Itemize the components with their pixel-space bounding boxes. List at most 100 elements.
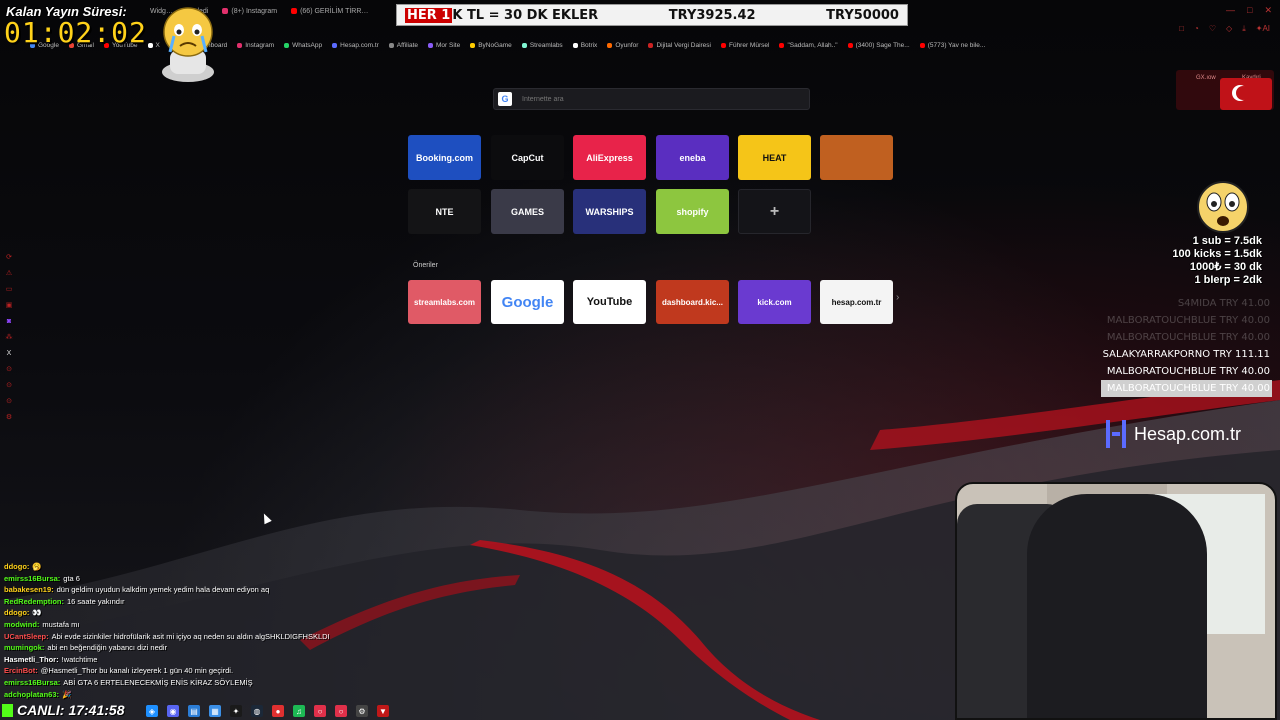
youtube-icon [291,8,298,14]
speed-dial-tile[interactable]: + [738,189,811,234]
chat-username: ErcinBot: [4,666,38,676]
settings-icon[interactable]: ⚙ [356,705,368,717]
history-icon[interactable]: ⊙ [4,364,14,374]
maximize-button[interactable]: □ [1247,5,1252,16]
browser-tab[interactable]: (66) GERİLİM TİRR… [291,8,368,15]
discord-icon[interactable]: ◉ [167,705,179,717]
bookmark-item[interactable]: (5773) Yav ne bile... [919,42,985,49]
app-icon[interactable]: ▦ [209,705,221,717]
opera-gx-2-icon[interactable]: ○ [335,705,347,717]
donation-amount: TRY 111.11 [1213,349,1270,360]
chat-username: modwind: [4,619,40,629]
suggestion-tile[interactable]: YouTube [573,280,646,324]
app2-icon[interactable]: ✦ [230,705,242,717]
speed-dial-tile[interactable]: CapCut [491,135,564,180]
suggestion-tile[interactable]: dashboard.kic... [656,280,729,324]
snapshot-icon[interactable]: ◔ [1194,24,1199,34]
bookmark-item[interactable]: Affiliate [388,42,418,49]
bookmark-favicon-icon [521,42,527,48]
donation-amount: TRY 40.00 [1219,383,1270,394]
wallet-icon[interactable]: ◇ [1226,24,1232,34]
speed-dial-tile[interactable]: HEAT [738,135,811,180]
suggestion-tile[interactable]: streamlabs.com [408,280,481,324]
chat-username: ddogo: [4,608,30,618]
tab-capture-icon[interactable]: □ [1179,24,1184,34]
minimize-button[interactable]: — [1226,5,1235,16]
clock-icon[interactable]: ⊙ [4,380,14,390]
bookmark-item[interactable]: ByNoGame [470,42,512,49]
speed-dial-tile[interactable]: Booking.com [408,135,481,180]
bookmark-item[interactable]: Streamlabs [521,41,563,49]
browser-tools: □ ◔ ♡ ◇ ⤓ ✦AI [1179,24,1270,34]
more-icon[interactable]: ⁂ [4,332,14,342]
opera-gx-1-icon[interactable]: ○ [314,705,326,717]
start-icon[interactable]: ◈ [146,705,158,717]
refresh-icon[interactable]: ⟳ [4,252,14,262]
chat-message: Hasmetli_Thor: !watchtime [4,654,384,666]
speed-dial-tile[interactable]: shopify [656,189,729,234]
chat-username: Hasmetli_Thor: [4,654,59,664]
chat-username: UCantSleep: [4,631,49,641]
pin-icon[interactable]: ▣ [4,300,14,310]
explorer-icon[interactable]: ▤ [188,705,200,717]
download-icon[interactable]: ⤓ [1242,24,1246,34]
bookmark-favicon-icon [779,42,785,48]
donation-amount: TRY 40.00 [1219,366,1270,377]
speed-dial-tile[interactable]: WARSHIPS [573,189,646,234]
speed-dial-tile[interactable]: NTE [408,189,481,234]
ticker-current-amount: TRY3925.42 [668,7,756,23]
suggestion-tile[interactable]: kick.com [738,280,811,324]
favorites-icon[interactable]: ♡ [1209,24,1216,34]
settings-icon[interactable]: ⚙ [4,412,14,422]
red-app-icon[interactable]: ▼ [377,705,389,717]
suggestion-label: kick.com [757,297,792,307]
chat-message: mumingok: abi en beğendiğin yabancı dizi … [4,642,384,654]
speed-dial-tile[interactable] [820,135,893,180]
chat-message: ErcinBot: @Hasmetli_Thor bu kanalı izleye… [4,665,384,677]
bookmark-item[interactable]: "Saddam, Allah.." [779,42,838,49]
ai-icon[interactable]: ✦AI [1256,24,1270,34]
steam-icon[interactable]: ◍ [251,705,263,717]
donor-name: MALBORATOUCHBLUE [1106,315,1217,326]
chevron-right-icon[interactable]: › [896,292,899,303]
speed-dial-tile[interactable]: GAMES [491,189,564,234]
suggestion-label: streamlabs.com [414,297,475,307]
spotify-icon[interactable]: ♫ [293,705,305,717]
chat-message: ddogo: 👀 [4,607,384,619]
chat-icon[interactable]: ▭ [4,284,14,294]
chat-text: 🎉 [62,689,72,699]
speed-dial-tile[interactable]: AliExpress [573,135,646,180]
extensions-icon[interactable]: ⊙ [4,396,14,406]
bookmark-item[interactable]: WhatsApp [284,42,322,49]
bookmark-item[interactable]: Dijital Vergi Dairesi [648,42,711,49]
search-bar[interactable]: G [493,88,810,110]
browser-tab[interactable]: (8+) Instagram [222,8,277,15]
donor-name: MALBORATOUCHBLUE [1106,332,1217,343]
bookmark-label: Führer Mürsel [728,41,770,49]
bookmark-item[interactable]: Instagram [237,42,274,49]
close-button[interactable]: ✕ [1264,5,1272,16]
recorder-icon[interactable]: ● [272,705,284,717]
search-input[interactable] [520,94,784,104]
bookmark-item[interactable]: Führer Mürsel [720,41,770,49]
crying-emoji-mascot [162,7,214,82]
bookmark-item[interactable]: Hesap.com.tr [332,42,379,49]
alert-icon[interactable]: ⚠ [4,268,14,278]
bookmark-item[interactable]: Botrix [572,42,597,49]
browser-sidebar: ⟳ ⚠ ▭ ▣ ◙ ⁂ X ⊙ ⊙ ⊙ ⚙ [4,252,18,428]
x-icon[interactable]: X [4,348,14,358]
bookmark-label: Streamlabs [529,41,563,49]
suggestions-heading: Öneriler [413,262,438,269]
webcam-feed [955,482,1277,720]
bookmark-item[interactable]: Oyunfor [607,42,638,49]
chat-username: RedRedemption: [4,596,64,606]
bookmark-label: WhatsApp [292,41,323,49]
suggestion-tile[interactable]: hesap.com.tr [820,280,893,324]
speed-dial-tile[interactable]: eneba [656,135,729,180]
bookmark-item[interactable]: Mor Site [428,42,460,49]
bookmark-item[interactable]: (3400) Sage The... [847,42,910,49]
suggestion-tile[interactable]: Google [491,280,564,324]
window-controls: — □ ✕ [1226,5,1272,16]
rate-line: 1 sub = 7.5dk [1192,235,1262,247]
twitch-icon[interactable]: ◙ [4,316,14,326]
